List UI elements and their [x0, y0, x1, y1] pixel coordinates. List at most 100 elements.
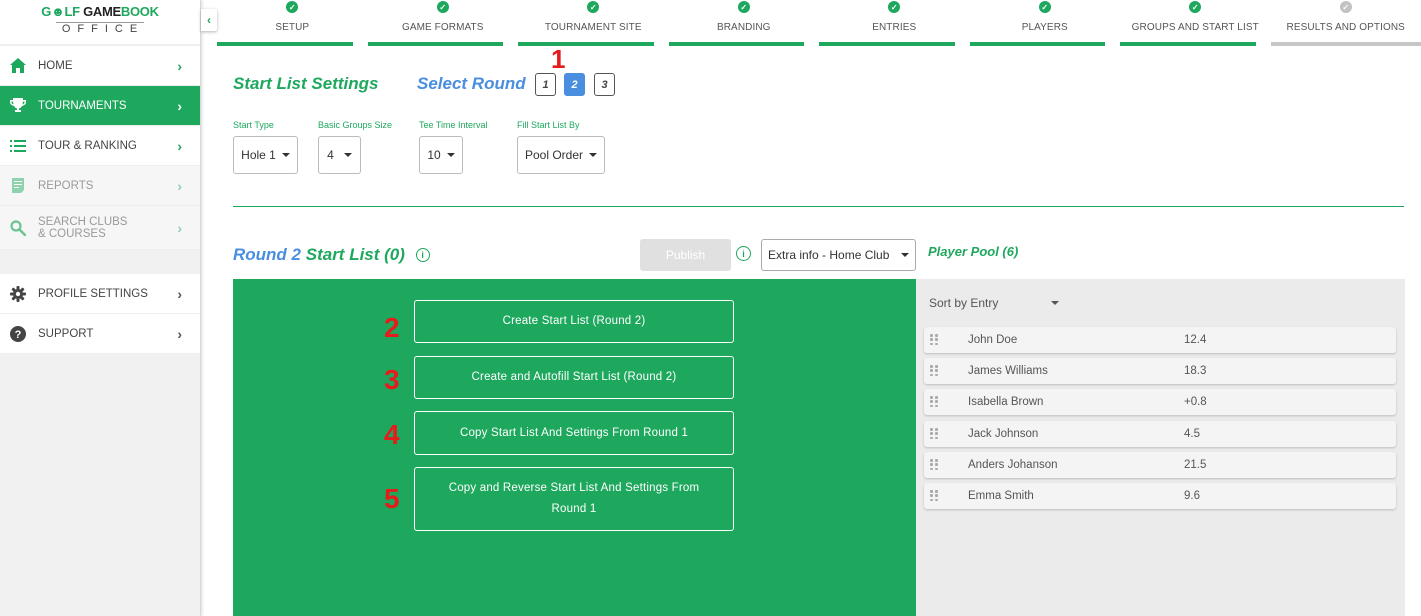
sidebar-item-reports[interactable]: REPORTS ›	[0, 166, 200, 206]
caret-down-icon	[281, 153, 290, 157]
sort-select[interactable]: Sort by Entry	[929, 296, 1059, 310]
sidebar-item-profile-settings[interactable]: PROFILE SETTINGS ›	[0, 274, 200, 314]
chevron-right-icon: ›	[177, 325, 182, 342]
check-icon: ✓	[737, 1, 750, 13]
help-icon: ?	[9, 325, 27, 343]
copy-start-list-button[interactable]: Copy Start List And Settings From Round …	[414, 411, 734, 455]
progress-stepper: ✓ SETUP ✓ GAME FORMATS ✓ TOURNAMENT SITE ✓ B…	[217, 0, 1421, 46]
player-row[interactable]: Emma Smith 9.6	[924, 483, 1396, 509]
round-label: Round 2	[233, 245, 301, 264]
player-name: Jack Johnson	[968, 428, 1039, 440]
step-setup[interactable]: ✓ SETUP	[217, 0, 368, 46]
publish-button[interactable]: Publish	[640, 239, 731, 271]
step-bar	[668, 42, 804, 46]
annotation-4: 4	[384, 419, 400, 450]
info-icon[interactable]: i	[415, 248, 430, 262]
caret-down-icon	[1051, 301, 1059, 305]
svg-text:?: ?	[15, 329, 22, 341]
trophy-icon	[9, 97, 27, 115]
group-size-select[interactable]: 4	[318, 136, 361, 174]
info-icon[interactable]: i	[736, 246, 751, 261]
check-icon: ✓	[286, 1, 299, 13]
gear-icon	[9, 285, 27, 303]
collapse-sidebar-button[interactable]: ‹	[201, 9, 217, 31]
caret-down-icon	[343, 153, 352, 157]
player-handicap: +0.8	[1184, 396, 1207, 408]
tee-interval-select[interactable]: 10	[419, 136, 463, 174]
create-start-list-button[interactable]: Create Start List (Round 2)	[414, 300, 734, 343]
player-handicap: 21.5	[1184, 459, 1207, 471]
player-row[interactable]: Isabella Brown +0.8	[924, 389, 1396, 415]
player-row[interactable]: Jack Johnson 4.5	[924, 421, 1396, 447]
round-2-button[interactable]: 2	[564, 73, 585, 96]
chevron-right-icon: ›	[177, 285, 182, 302]
copy-reverse-start-list-button[interactable]: Copy and Reverse Start List And Settings…	[414, 467, 734, 531]
annotation-2: 2	[384, 312, 400, 343]
annotation-5: 5	[384, 483, 400, 514]
drag-handle-icon[interactable]	[930, 459, 938, 471]
step-bar	[367, 42, 503, 46]
home-icon	[9, 57, 27, 75]
chevron-right-icon: ›	[177, 137, 182, 154]
step-bar	[969, 42, 1105, 46]
sidebar-item-label: PROFILE SETTINGS	[38, 287, 148, 300]
round-1-button[interactable]: 1	[535, 73, 556, 96]
step-tournament-site[interactable]: ✓ TOURNAMENT SITE	[518, 0, 669, 46]
sidebar-item-search-clubs[interactable]: SEARCH CLUBS & COURSES ›	[0, 206, 200, 250]
drag-handle-icon[interactable]	[930, 365, 938, 377]
player-name: Isabella Brown	[968, 396, 1044, 408]
select-round-label: Select Round	[417, 74, 526, 93]
ranked-list-icon	[9, 137, 27, 155]
chevron-left-icon: ‹	[207, 13, 211, 27]
player-row[interactable]: Anders Johanson 21.5	[924, 452, 1396, 478]
check-icon: ✓	[888, 1, 901, 13]
fill-by-label: Fill Start List By	[517, 120, 580, 130]
player-name: John Doe	[968, 334, 1018, 346]
drag-handle-icon[interactable]	[930, 334, 938, 346]
start-list-settings-title: Start List Settings	[233, 74, 379, 93]
sidebar-item-tour-ranking[interactable]: TOUR & RANKING ›	[0, 126, 200, 166]
extra-info-select[interactable]: Extra info - Home Club	[761, 239, 916, 271]
player-row[interactable]: James Williams 18.3	[924, 358, 1396, 384]
logo-subtitle: OFFICE	[55, 22, 145, 35]
search-icon	[9, 219, 27, 237]
drag-handle-icon[interactable]	[930, 490, 938, 502]
chevron-right-icon: ›	[177, 57, 182, 74]
round-3-button[interactable]: 3	[594, 73, 615, 96]
player-row[interactable]: John Doe 12.4	[924, 327, 1396, 353]
sidebar-item-label: HOME	[38, 59, 73, 72]
step-bar	[518, 42, 654, 46]
create-autofill-start-list-button[interactable]: Create and Autofill Start List (Round 2)	[414, 356, 734, 399]
annotation-3: 3	[384, 364, 400, 395]
check-icon: ✓	[587, 1, 600, 13]
step-entries[interactable]: ✓ ENTRIES	[819, 0, 970, 46]
step-bar	[1270, 42, 1421, 46]
chevron-right-icon: ›	[177, 177, 182, 194]
drag-handle-icon[interactable]	[930, 428, 938, 440]
step-game-formats[interactable]: ✓ GAME FORMATS	[367, 0, 519, 46]
step-results-options[interactable]: ✓ RESULTS AND OPTIONS	[1270, 0, 1421, 46]
step-groups-start-list[interactable]: ✓ GROUPS AND START LIST	[1120, 0, 1271, 46]
sidebar-item-label: REPORTS	[38, 179, 94, 192]
step-branding[interactable]: ✓ BRANDING	[668, 0, 820, 46]
sidebar-item-label: SEARCH CLUBS & COURSES	[38, 215, 128, 240]
check-icon: ✓	[1038, 1, 1051, 13]
start-list-count: Start List (0)	[305, 245, 405, 264]
sidebar-item-label: TOURNAMENTS	[38, 99, 127, 112]
sidebar-item-tournaments[interactable]: TOURNAMENTS ›	[0, 86, 200, 126]
step-players[interactable]: ✓ PLAYERS	[969, 0, 1121, 46]
fill-by-select[interactable]: Pool Order	[517, 136, 605, 174]
logo-brand: G☻LF GAMEBOOK	[41, 4, 159, 19]
sidebar-item-home[interactable]: HOME ›	[0, 46, 200, 86]
golfer-icon: ☻	[51, 4, 65, 19]
drag-handle-icon[interactable]	[930, 396, 938, 408]
logo[interactable]: G☻LF GAMEBOOK OFFICE	[0, 0, 200, 45]
player-handicap: 9.6	[1184, 490, 1200, 502]
report-icon	[9, 177, 27, 195]
player-name: Emma Smith	[968, 490, 1034, 502]
start-type-select[interactable]: Hole 1	[233, 136, 298, 174]
start-type-label: Start Type	[233, 120, 274, 130]
sidebar: G☻LF GAMEBOOK OFFICE HOME › TOURNAMENTS …	[0, 0, 201, 616]
player-handicap: 4.5	[1184, 428, 1200, 440]
sidebar-item-support[interactable]: ? SUPPORT ›	[0, 314, 200, 354]
